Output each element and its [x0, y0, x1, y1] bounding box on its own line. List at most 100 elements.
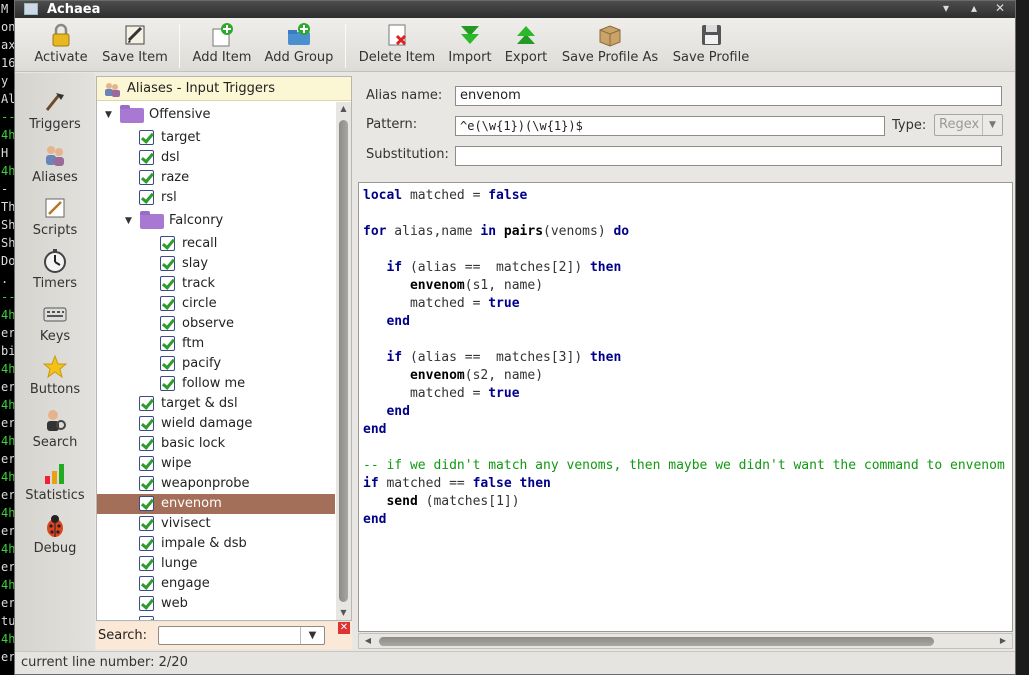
checkbox[interactable]	[160, 256, 175, 271]
tree-item-track[interactable]: track	[97, 274, 335, 294]
tree-item-slay[interactable]: slay	[97, 254, 335, 274]
sidebar-item-aliases[interactable]: Aliases	[15, 142, 95, 192]
window-title: Achaea	[47, 2, 101, 17]
tree-item-partial[interactable]	[97, 614, 335, 620]
search-input[interactable]: ▼	[158, 626, 325, 645]
tree-item-target[interactable]: target	[97, 128, 335, 148]
tree-item-impale-dsb[interactable]: impale & dsb	[97, 534, 335, 554]
sidebar-item-debug[interactable]: Debug	[15, 513, 95, 563]
alias-name-input[interactable]: envenom	[455, 86, 1002, 106]
checkbox[interactable]	[139, 616, 154, 620]
tree-item-follow-me[interactable]: follow me	[97, 374, 335, 394]
delete-item-button[interactable]: Delete Item	[357, 22, 437, 70]
tree-item-basic-lock[interactable]: basic lock	[97, 434, 335, 454]
checkbox[interactable]	[160, 336, 175, 351]
checkbox[interactable]	[160, 356, 175, 371]
close-icon[interactable]: ✕	[991, 1, 1009, 18]
tree-item-ftm[interactable]: ftm	[97, 334, 335, 354]
code-line-10: if (alias == matches[3]) then	[386, 350, 622, 365]
checkbox[interactable]	[139, 516, 154, 531]
checkbox[interactable]	[139, 536, 154, 551]
tree-folder-falconry[interactable]: ▼ Falconry	[97, 211, 335, 231]
sidebar-item-scripts[interactable]: Scripts	[15, 195, 95, 245]
checkbox[interactable]	[139, 396, 154, 411]
tree-item-vivisect[interactable]: vivisect	[97, 514, 335, 534]
checkbox[interactable]	[160, 296, 175, 311]
tree-item-dsl[interactable]: dsl	[97, 148, 335, 168]
checkbox[interactable]	[160, 276, 175, 291]
alias-tree-panel: Aliases - Input Triggers ▼ Offensive tar…	[96, 76, 352, 621]
sidebar-item-timers[interactable]: Timers	[15, 248, 95, 298]
substitution-label: Substitution:	[366, 147, 449, 162]
maximize-icon[interactable]: ▴	[965, 1, 983, 18]
checkbox[interactable]	[139, 576, 154, 591]
sidebar-item-search[interactable]: Search	[15, 407, 95, 457]
tree-item-engage[interactable]: engage	[97, 574, 335, 594]
scroll-down-icon[interactable]: ▼	[336, 606, 351, 620]
collapse-arrow-icon[interactable]: ▼	[125, 211, 137, 231]
tree-item-wipe[interactable]: wipe	[97, 454, 335, 474]
code-line-7: matched = true	[363, 296, 520, 311]
scroll-right-icon[interactable]: ▶	[996, 634, 1010, 648]
code-line-11: envenom(s2, name)	[409, 368, 544, 383]
scroll-thumb[interactable]	[379, 637, 934, 646]
tree-item-pacify[interactable]: pacify	[97, 354, 335, 374]
scroll-up-icon[interactable]: ▲	[336, 102, 351, 116]
tree-item-raze[interactable]: raze	[97, 168, 335, 188]
chevron-down-icon[interactable]: ▼	[982, 115, 1002, 135]
tree-item-weaponprobe[interactable]: weaponprobe	[97, 474, 335, 494]
scroll-left-icon[interactable]: ◀	[361, 634, 375, 648]
sidebar-item-buttons[interactable]: Buttons	[15, 354, 95, 404]
checkbox[interactable]	[160, 376, 175, 391]
pattern-input[interactable]: ^e(\w{1})(\w{1})$	[455, 116, 885, 136]
chevron-down-icon[interactable]: ▼	[300, 627, 324, 644]
editor-horizontal-scrollbar[interactable]: ◀ ▶	[358, 633, 1013, 649]
checkbox[interactable]	[160, 316, 175, 331]
add-group-button[interactable]: Add Group	[263, 22, 335, 70]
tree-folder-offensive[interactable]: ▼ Offensive	[97, 105, 335, 125]
checkbox[interactable]	[139, 436, 154, 451]
checkbox[interactable]	[139, 150, 154, 165]
desktop-background	[1016, 0, 1029, 675]
clear-search-icon[interactable]: ✕	[338, 622, 350, 634]
checkbox[interactable]	[139, 556, 154, 571]
tree-item-wield-damage[interactable]: wield damage	[97, 414, 335, 434]
checkbox[interactable]	[139, 476, 154, 491]
checkbox[interactable]	[139, 170, 154, 185]
substitution-input[interactable]	[455, 146, 1002, 166]
tree-vertical-scrollbar[interactable]: ▲ ▼	[336, 102, 351, 620]
sidebar-item-statistics[interactable]: Statistics	[15, 460, 95, 510]
tree-item-recall[interactable]: recall	[97, 234, 335, 254]
import-button[interactable]: Import	[447, 22, 493, 70]
export-button[interactable]: Export	[503, 22, 549, 70]
save-profile-button[interactable]: Save Profile	[671, 22, 751, 70]
save-profile-as-button[interactable]: Save Profile As	[560, 22, 660, 70]
checkbox[interactable]	[139, 456, 154, 471]
sidebar-item-keys[interactable]: Keys	[15, 301, 95, 351]
tree-item-circle[interactable]: circle	[97, 294, 335, 314]
add-item-button[interactable]: Add Item	[190, 22, 254, 70]
tree-item-lunge[interactable]: lunge	[97, 554, 335, 574]
tree-header-title: Aliases - Input Triggers	[127, 81, 275, 96]
scroll-thumb[interactable]	[339, 120, 348, 602]
checkbox[interactable]	[139, 130, 154, 145]
tree-item-rsl[interactable]: rsl	[97, 188, 335, 208]
minimize-icon[interactable]: ▾	[937, 1, 955, 18]
script-editor[interactable]: local matched = false for alias,name in …	[358, 182, 1013, 632]
activate-button[interactable]: Activate	[32, 22, 90, 70]
save-item-button[interactable]: Save Item	[99, 22, 171, 70]
checkbox[interactable]	[139, 190, 154, 205]
checkbox[interactable]	[139, 416, 154, 431]
tree-item-envenom-selected[interactable]: envenom	[97, 494, 335, 514]
collapse-arrow-icon[interactable]: ▼	[105, 105, 117, 125]
checkbox[interactable]	[160, 236, 175, 251]
tree-item-observe[interactable]: observe	[97, 314, 335, 334]
code-line-18: send (matches[1])	[386, 494, 520, 509]
type-select[interactable]: Regex ▼	[934, 114, 1003, 136]
tree-item-web[interactable]: web	[97, 594, 335, 614]
aliases-header-icon	[105, 83, 120, 97]
checkbox[interactable]	[139, 496, 154, 511]
checkbox[interactable]	[139, 596, 154, 611]
tree-item-target-dsl[interactable]: target & dsl	[97, 394, 335, 414]
sidebar-item-triggers[interactable]: Triggers	[15, 89, 95, 139]
